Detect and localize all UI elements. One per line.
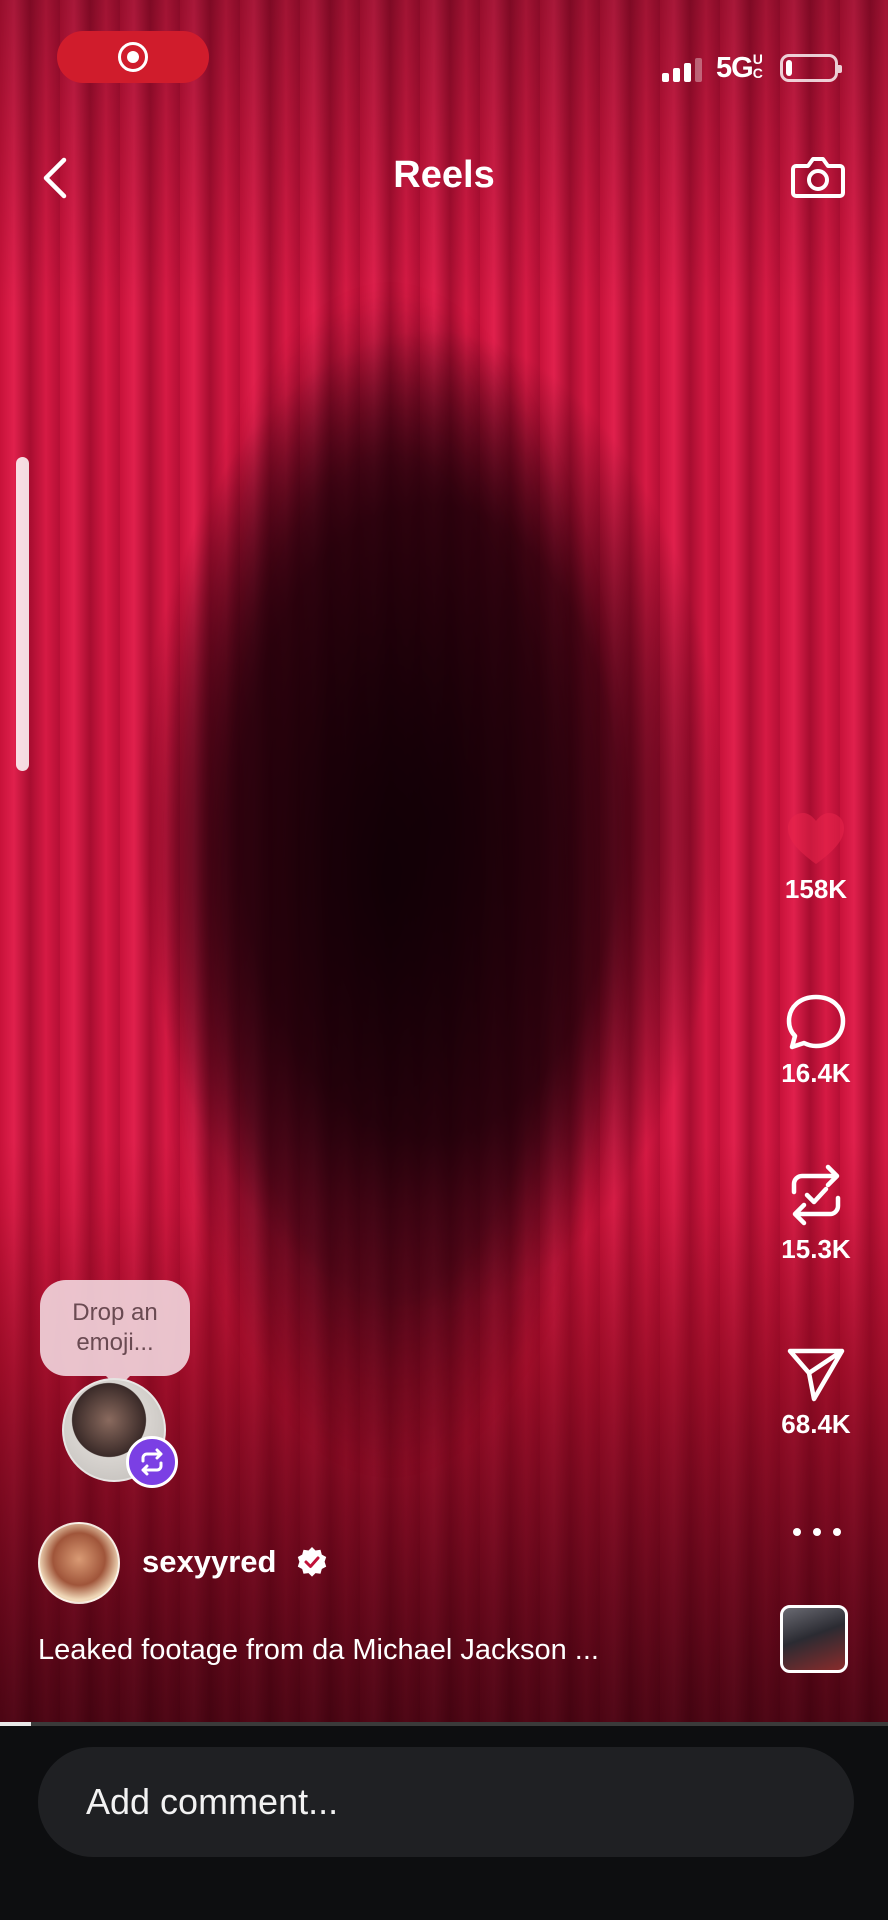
- camera-icon: [791, 157, 845, 198]
- like-count: 158K: [784, 874, 848, 904]
- add-comment-input[interactable]: Add comment...: [38, 1747, 854, 1857]
- battery-level: [786, 60, 792, 76]
- share-button[interactable]: 68.4K: [760, 1345, 872, 1440]
- more-dots-icon: [793, 1528, 801, 1536]
- scroll-indicator[interactable]: [16, 457, 29, 771]
- battery-icon: [780, 54, 842, 82]
- signal-icon: [662, 58, 702, 82]
- share-count: 68.4K: [781, 1409, 851, 1439]
- playback-progress-fill: [0, 1722, 32, 1726]
- comment-bubble-icon: [786, 994, 846, 1050]
- more-options-button[interactable]: [793, 1520, 841, 1544]
- record-icon: [118, 42, 148, 72]
- reel-caption[interactable]: Leaked footage from da Michael Jackson .…: [38, 1634, 599, 1667]
- repost-icon: [791, 1164, 841, 1226]
- paper-plane-icon: [787, 1348, 845, 1402]
- author-username[interactable]: sexyyred: [142, 1544, 276, 1580]
- drop-emoji-text: Drop an emoji...: [72, 1299, 158, 1356]
- screen-recording-indicator[interactable]: [57, 31, 209, 83]
- video-subject: [90, 120, 690, 1680]
- verified-badge-icon: [297, 1547, 327, 1577]
- top-nav: Reels: [0, 140, 888, 220]
- author-row: sexyyred: [38, 1522, 638, 1606]
- repost-button[interactable]: 15.3K: [760, 1162, 872, 1265]
- like-button[interactable]: 158K: [760, 810, 872, 905]
- status-bar: 5GUC: [0, 0, 888, 130]
- author-avatar[interactable]: [38, 1522, 120, 1604]
- comment-count: 16.4K: [781, 1058, 851, 1088]
- comment-bar: Add comment...: [0, 1726, 888, 1920]
- drop-emoji-prompt[interactable]: Drop an emoji...: [40, 1280, 190, 1388]
- audio-track-thumbnail[interactable]: [780, 1605, 848, 1673]
- friend-repost-badge: [126, 1436, 178, 1488]
- playback-progress[interactable]: [0, 1722, 888, 1726]
- comment-button[interactable]: 16.4K: [760, 992, 872, 1089]
- network-type: 5GUC: [716, 51, 763, 84]
- camera-button[interactable]: [788, 146, 848, 206]
- page-title: Reels: [393, 154, 495, 196]
- heart-icon: [788, 813, 844, 864]
- repost-count: 15.3K: [781, 1234, 851, 1264]
- repost-icon: [141, 1448, 163, 1476]
- add-comment-placeholder: Add comment...: [86, 1781, 339, 1822]
